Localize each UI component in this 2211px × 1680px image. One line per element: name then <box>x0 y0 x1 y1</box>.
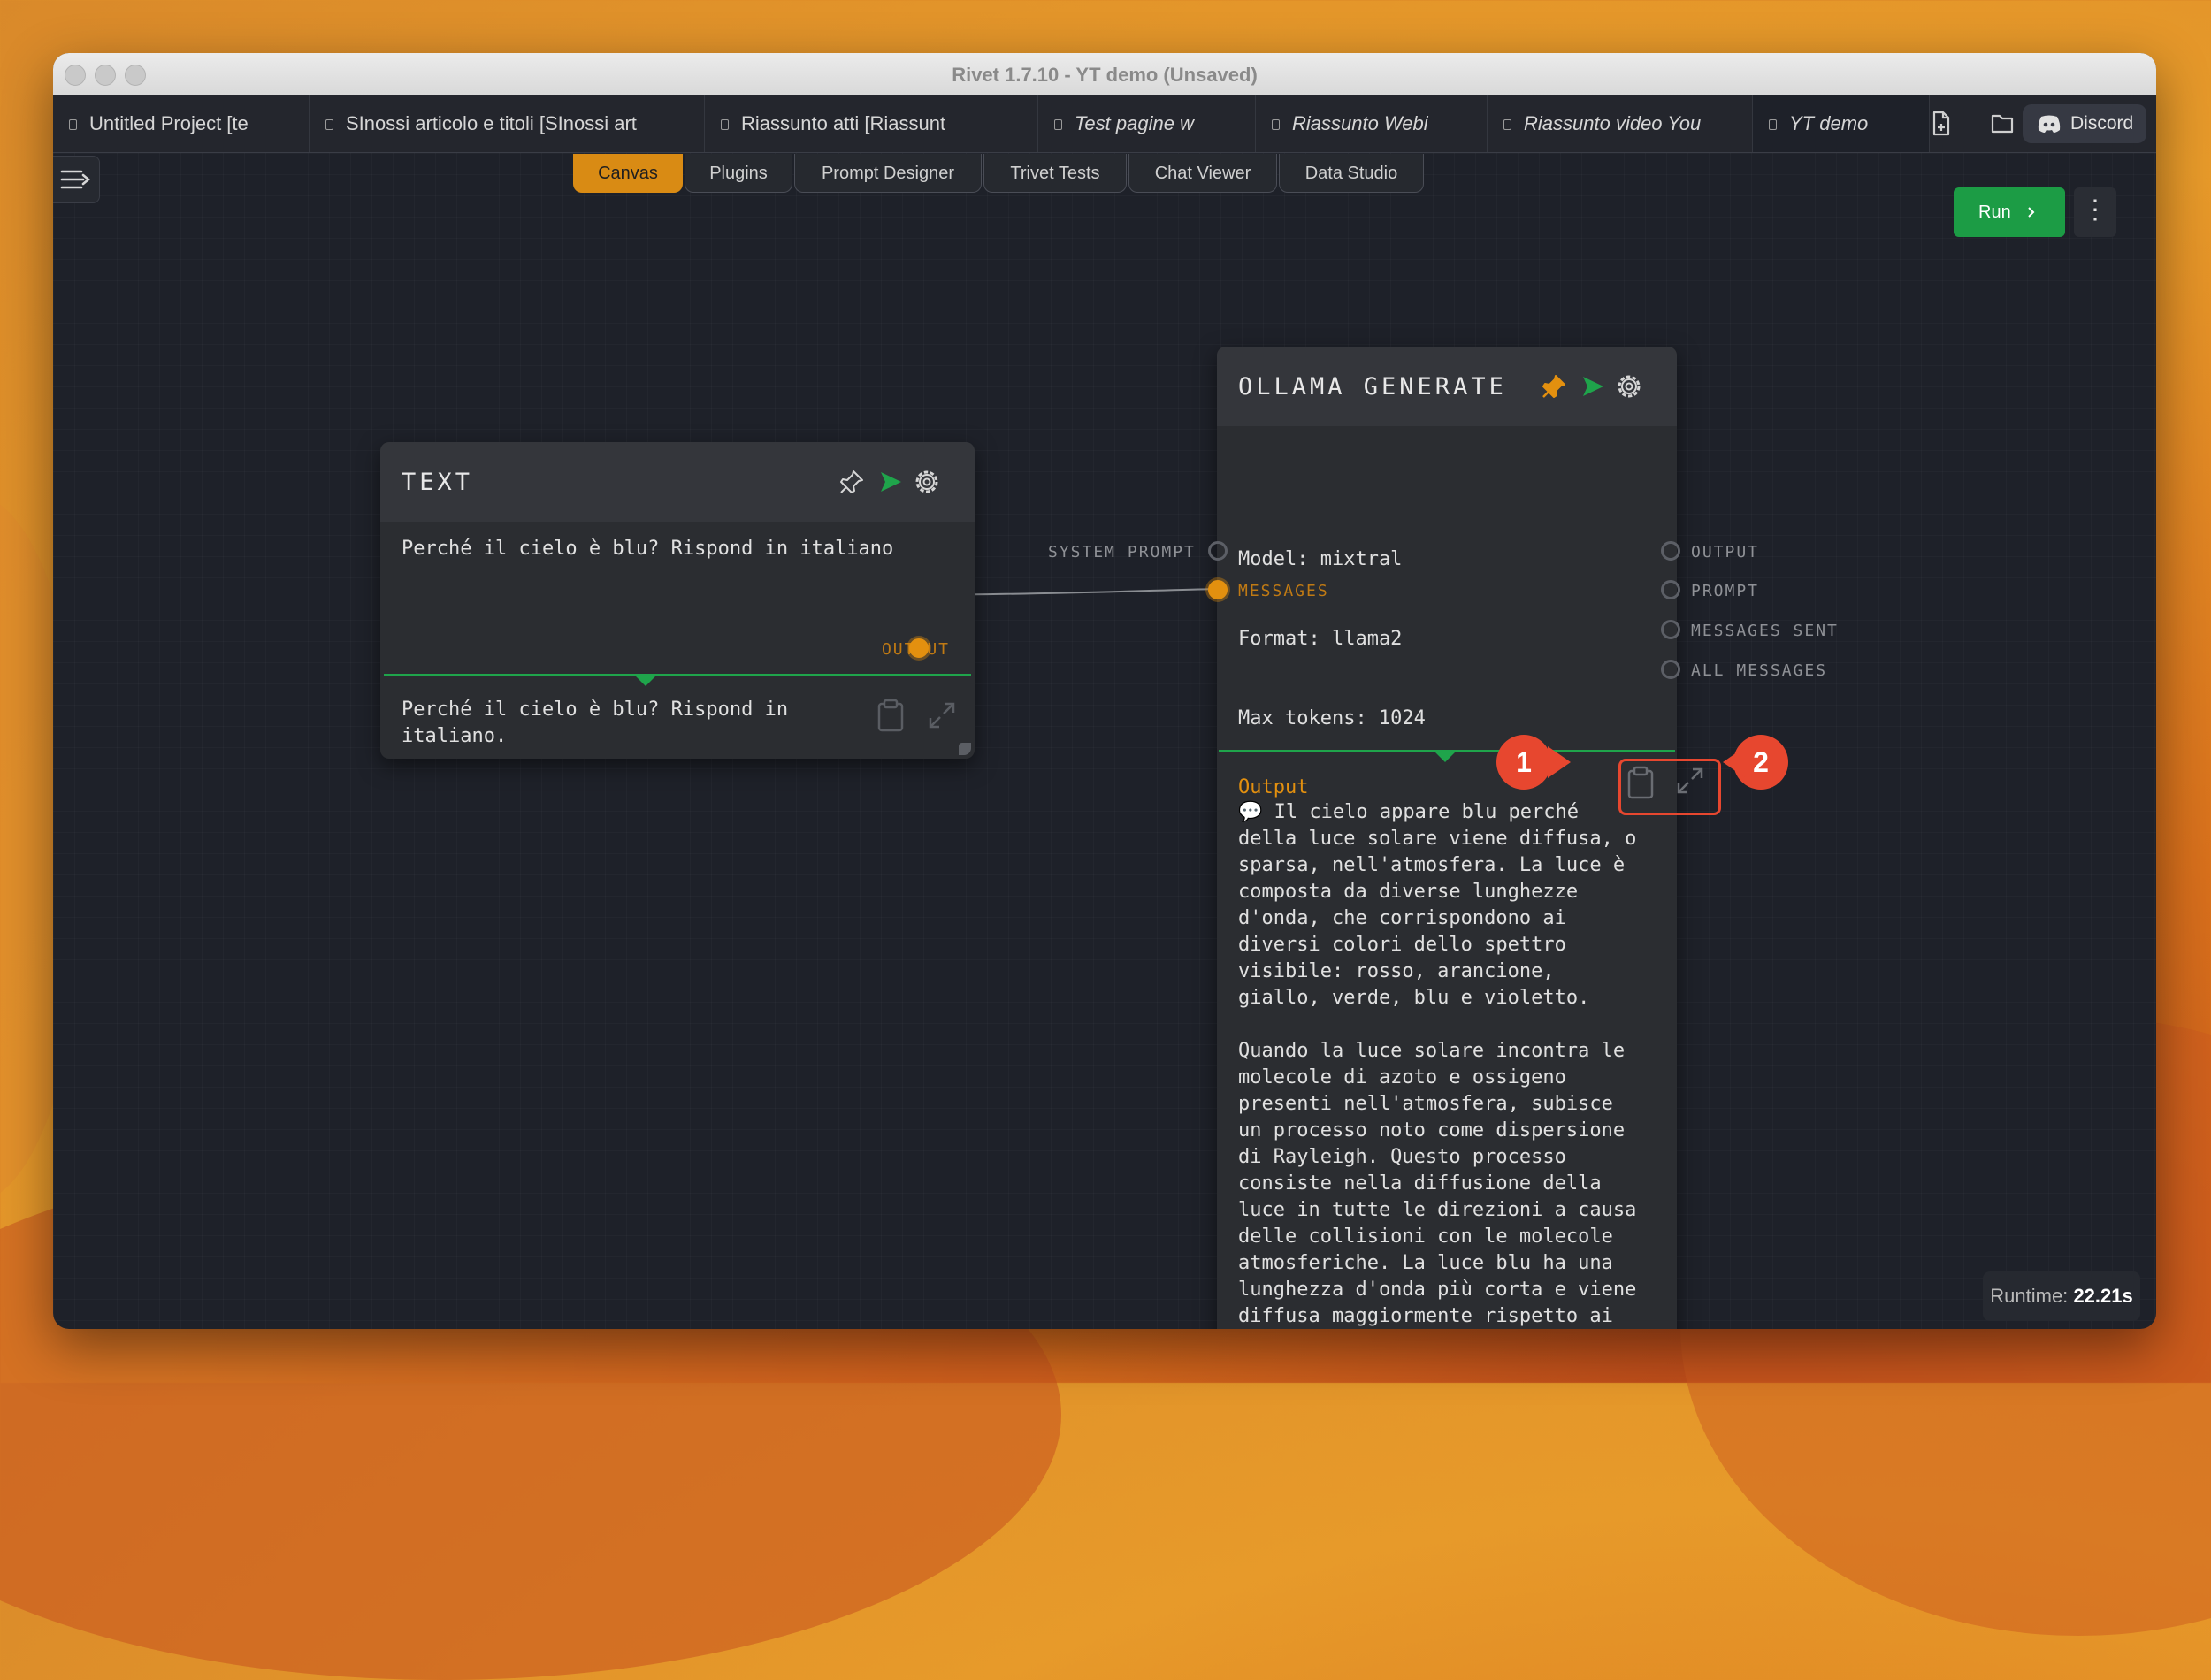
pin-icon[interactable] <box>837 467 867 497</box>
prompt-port[interactable] <box>1661 580 1680 599</box>
text-node-title: TEXT <box>402 469 474 496</box>
annotation-pointer-2 <box>1723 746 1746 778</box>
max-tokens-setting: Max tokens: 1024 <box>1238 707 1426 729</box>
gear-icon[interactable] <box>911 466 943 498</box>
text-node-header[interactable]: TEXT <box>380 442 975 522</box>
messages-sent-port-label: MESSAGES SENT <box>1691 622 1839 640</box>
runtime-value: 22.21s <box>2073 1285 2133 1307</box>
expand-icon[interactable] <box>927 700 957 730</box>
play-icon[interactable] <box>1580 373 1606 400</box>
app-window: Rivet 1.7.10 - YT demo (Unsaved) Untitle… <box>53 53 2156 1329</box>
text-output-port[interactable] <box>909 638 929 658</box>
ollama-output-text: 💬 Il cielo appare blu perché della luce … <box>1238 799 1663 1329</box>
resize-handle[interactable] <box>959 743 971 755</box>
runtime-indicator: Runtime: 22.21s <box>1983 1271 2140 1321</box>
connection-wire[interactable] <box>53 53 2156 1329</box>
messages-port[interactable] <box>1208 580 1228 599</box>
runtime-label: Runtime: <box>1990 1285 2069 1307</box>
text-output-preview: Perché il cielo è blu? Rispond in italia… <box>402 699 789 747</box>
all-messages-port[interactable] <box>1661 660 1680 679</box>
messages-port-label: MESSAGES <box>1238 582 1329 600</box>
output-section-label: Output <box>1238 776 1309 798</box>
text-node-content: Perché il cielo è blu? Rispond in italia… <box>402 538 894 560</box>
ollama-settings: Model: mixtral Format: llama2 Max tokens… <box>1238 493 1426 785</box>
system-prompt-port-label: SYSTEM PROMPT <box>1048 543 1196 561</box>
play-icon[interactable] <box>877 469 904 495</box>
output-port[interactable] <box>1661 541 1680 561</box>
prompt-port-label: PROMPT <box>1691 582 1760 600</box>
chat-bubble-icon: 💬 <box>1238 801 1263 823</box>
clipboard-icon[interactable] <box>874 699 907 734</box>
pin-icon[interactable] <box>1539 371 1569 401</box>
all-messages-port-label: ALL MESSAGES <box>1691 661 1828 680</box>
ollama-node-title: OLLAMA GENERATE <box>1238 373 1507 401</box>
output-port-label: OUTPUT <box>1691 543 1760 561</box>
model-setting: Model: mixtral <box>1238 548 1403 570</box>
gear-icon[interactable] <box>1613 370 1645 402</box>
system-prompt-port[interactable] <box>1208 541 1228 561</box>
annotation-pointer-1 <box>1548 746 1571 778</box>
ollama-generate-node[interactable]: OLLAMA GENERATE Model: mixtral Format: l… <box>1217 347 1703 1329</box>
collapse-triangle-icon[interactable] <box>635 676 656 686</box>
ollama-node-header[interactable]: OLLAMA GENERATE <box>1217 347 1677 426</box>
text-node[interactable]: TEXT Perché il cielo è blu? Rispond in i… <box>380 442 975 759</box>
annotation-highlight-box <box>1618 759 1721 815</box>
output-body: Il cielo appare blu perché della luce so… <box>1238 801 1637 1327</box>
messages-sent-port[interactable] <box>1661 620 1680 639</box>
annotation-badge-1: 1 <box>1496 735 1551 790</box>
collapse-triangle-icon[interactable] <box>1434 752 1456 762</box>
format-setting: Format: llama2 <box>1238 628 1403 650</box>
success-divider <box>384 674 971 676</box>
